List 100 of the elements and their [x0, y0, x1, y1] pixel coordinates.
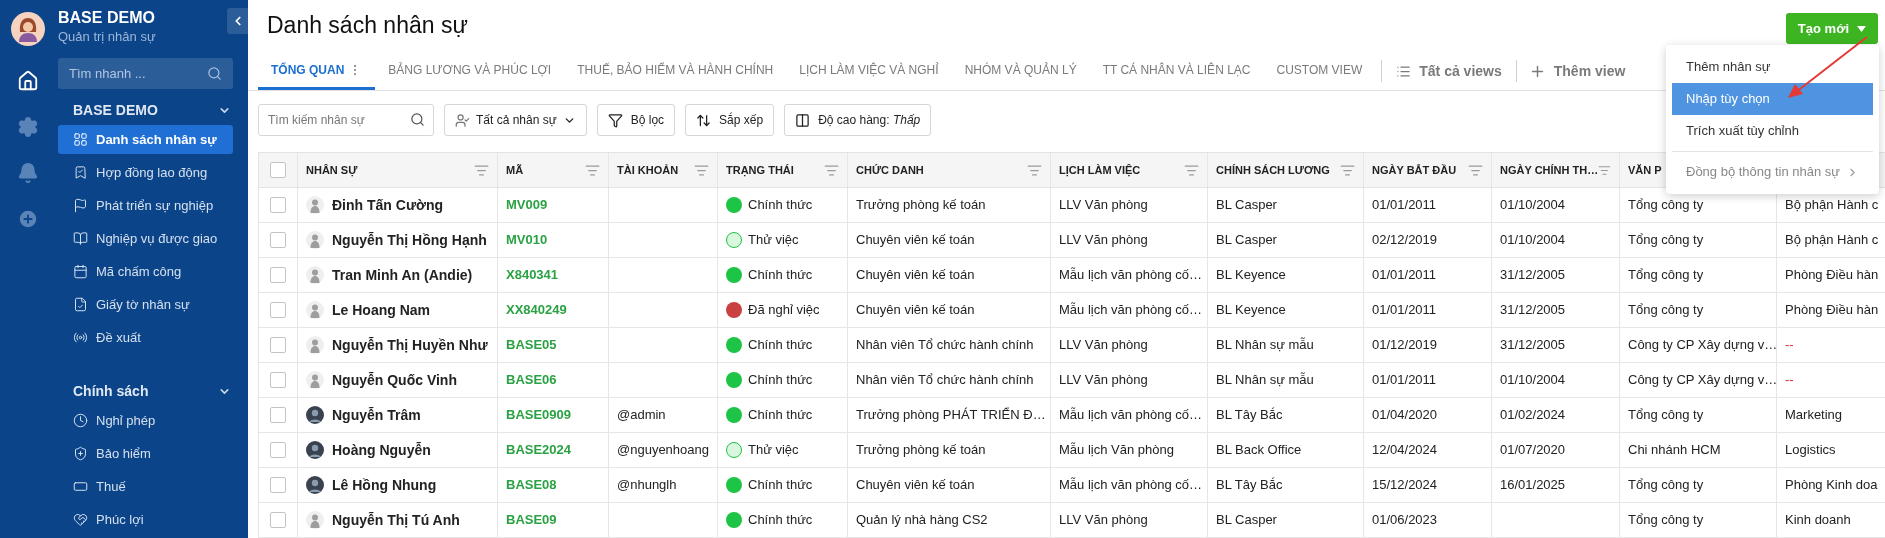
filter-icon[interactable] — [1340, 162, 1355, 178]
table-cell: Chuyên viên kế toán — [848, 258, 1051, 292]
table-cell: BL Tây Bắc — [1208, 468, 1364, 502]
table-cell: -- — [1777, 363, 1885, 397]
view-tab[interactable]: BẢNG LƯƠNG VÀ PHÚC LỢI — [375, 52, 565, 90]
employee-search-field[interactable]: Tìm kiếm nhân sự — [258, 104, 434, 136]
row-checkbox[interactable] — [270, 232, 286, 248]
column-header[interactable]: TRẠNG THÁI — [726, 161, 794, 179]
employee-name[interactable]: Nguyễn Thị Hồng Hạnh — [332, 229, 487, 251]
column-header[interactable]: MÃ — [506, 161, 524, 179]
sidebar-item[interactable]: Nghiệp vụ được giao — [58, 224, 233, 253]
employee-name[interactable]: Le Hoang Nam — [332, 299, 430, 321]
table-cell: Trưởng phòng kế toán — [848, 433, 1051, 467]
employee-name[interactable]: Nguyễn Thị Tú Anh — [332, 509, 460, 531]
sidebar-item[interactable]: Nghỉ phép — [58, 406, 233, 435]
employee-name[interactable]: Nguyễn Quốc Vinh — [332, 369, 457, 391]
sort-button[interactable]: Sắp xếp — [685, 104, 775, 136]
row-height-icon — [795, 112, 811, 128]
view-tab[interactable]: THUẾ, BẢO HIỂM VÀ HÀNH CHÍNH — [564, 52, 787, 90]
employee-code: BASE09 — [498, 503, 609, 537]
table-cell: 01/01/2011 — [1364, 258, 1492, 292]
row-checkbox[interactable] — [270, 337, 286, 353]
view-tab[interactable]: TỔNG QUAN — [258, 52, 376, 90]
flag-icon — [73, 198, 88, 213]
row-checkbox[interactable] — [270, 197, 286, 213]
employee-scope-dropdown[interactable]: Tất cả nhân sự — [444, 104, 587, 136]
view-tab[interactable]: CUSTOM VIEW — [1263, 52, 1376, 90]
sidebar-item[interactable]: Phúc lợi — [58, 505, 233, 534]
table-cell: Phòng Điều hàn — [1777, 293, 1885, 327]
sidebar-item[interactable]: Bảo hiểm — [58, 439, 233, 468]
table-cell: BL Casper — [1208, 503, 1364, 537]
quick-search-field[interactable]: Tìm nhanh ... — [58, 58, 233, 89]
table-cell: 12/04/2024 — [1364, 433, 1492, 467]
employee-name[interactable]: Hoàng Nguyễn — [332, 439, 431, 461]
column-header[interactable]: CHÍNH SÁCH LƯƠNG — [1216, 161, 1330, 179]
column-header[interactable]: VĂN P — [1628, 161, 1662, 179]
sidebar-item[interactable]: Thuế — [58, 472, 233, 501]
add-view-button[interactable]: Thêm view — [1522, 60, 1632, 82]
table-cell: Tổng công ty — [1620, 258, 1777, 292]
settings-icon[interactable] — [16, 116, 39, 138]
filter-icon[interactable] — [694, 162, 709, 178]
sidebar-item[interactable]: Danh sách nhân sự — [58, 125, 233, 154]
filter-icon[interactable] — [474, 162, 489, 178]
filter-icon[interactable] — [585, 162, 600, 178]
table-cell: 02/12/2019 — [1364, 223, 1492, 257]
row-checkbox[interactable] — [270, 407, 286, 423]
column-header[interactable]: NHÂN SỰ — [306, 161, 358, 179]
sidebar-item[interactable]: Giấy tờ nhân sự — [58, 290, 233, 319]
row-checkbox[interactable] — [270, 477, 286, 493]
menu-item[interactable]: Trích xuất tùy chỉnh — [1672, 115, 1873, 147]
collapse-button[interactable] — [227, 8, 248, 34]
column-header[interactable]: TÀI KHOẢN — [617, 161, 679, 179]
column-header[interactable]: NGÀY BẮT ĐẦU — [1372, 161, 1457, 179]
row-checkbox[interactable] — [270, 442, 286, 458]
filter-icon[interactable] — [1468, 162, 1483, 178]
employee-name[interactable]: Lê Hồng Nhung — [332, 474, 437, 496]
all-views-button[interactable]: Tất cả views — [1388, 60, 1510, 82]
sidebar-item[interactable]: Hợp đồng lao động — [58, 158, 233, 187]
filter-icon[interactable] — [1027, 162, 1042, 178]
view-tab[interactable]: LỊCH LÀM VIỆC VÀ NGHỈ — [786, 52, 952, 90]
column-header[interactable]: CHỨC DANH — [856, 161, 924, 179]
employee-name[interactable]: Nguyễn Thị Huyền Như — [332, 334, 488, 356]
table-cell: Chuyên viên kế toán — [848, 223, 1051, 257]
employee-code: BASE05 — [498, 328, 609, 362]
sidebar-item[interactable]: Phát triển sự nghiệp — [58, 191, 233, 220]
view-tab[interactable]: TT CÁ NHÂN VÀ LIÊN LẠC — [1089, 52, 1264, 90]
employee-name[interactable]: Nguyễn Trâm — [332, 404, 421, 426]
row-checkbox[interactable] — [270, 162, 286, 178]
view-tab[interactable]: NHÓM VÀ QUẢN LÝ — [951, 52, 1090, 90]
column-header[interactable]: NGÀY CHÍNH TH… — [1500, 161, 1599, 179]
employee-name[interactable]: Tran Minh An (Andie) — [332, 264, 473, 286]
table-cell: LLV Văn phòng — [1051, 223, 1208, 257]
menu-item[interactable]: Thêm nhân sự — [1672, 51, 1873, 83]
row-checkbox[interactable] — [270, 512, 286, 528]
avatar[interactable] — [10, 12, 45, 46]
table-cell: BL Casper — [1208, 223, 1364, 257]
home-icon[interactable] — [16, 70, 39, 92]
table-cell: LLV Văn phòng — [1051, 503, 1208, 537]
row-checkbox[interactable] — [270, 372, 286, 388]
sort-icon — [696, 112, 712, 128]
sidebar-item[interactable]: Đề xuất — [58, 323, 233, 352]
table-cell: @nguyenhoang — [609, 433, 718, 467]
table-cell: 31/12/2005 — [1492, 293, 1620, 327]
table-cell: 01/01/2011 — [1364, 363, 1492, 397]
employee-name[interactable]: Đinh Tấn Cường — [332, 194, 444, 216]
menu-item[interactable]: Đồng bộ thông tin nhân sự — [1672, 156, 1873, 188]
employee-code: BASE06 — [498, 363, 609, 397]
add-icon[interactable] — [16, 208, 39, 230]
filter-button[interactable]: Bộ lọc — [596, 104, 676, 136]
filter-icon[interactable] — [1184, 162, 1199, 178]
row-height-button[interactable]: Độ cao hàng: Thấp — [784, 104, 932, 136]
sidebar-item[interactable]: Mã chấm công — [58, 257, 233, 286]
document-icon — [73, 297, 88, 312]
filter-icon[interactable] — [824, 162, 839, 178]
table-cell: 01/01/2011 — [1364, 293, 1492, 327]
notification-icon[interactable] — [16, 162, 39, 184]
row-checkbox[interactable] — [270, 267, 286, 283]
table-cell: 16/01/2025 — [1492, 468, 1620, 502]
column-header[interactable]: LỊCH LÀM VIỆC — [1059, 161, 1141, 179]
row-checkbox[interactable] — [270, 302, 286, 318]
